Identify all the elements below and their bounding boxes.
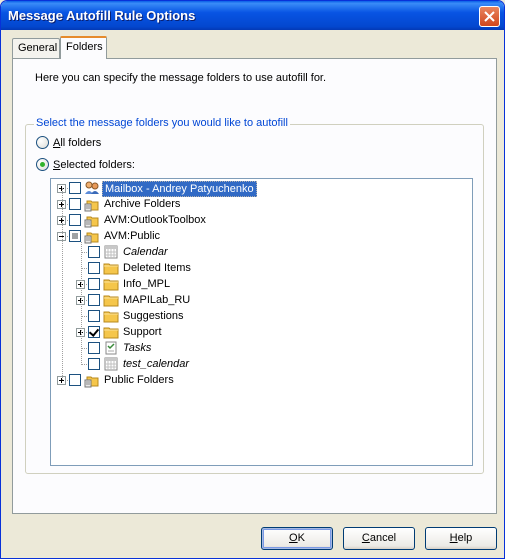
- tree-item[interactable]: Info_MPL: [51, 276, 472, 292]
- tree-item-label: Deleted Items: [123, 262, 191, 274]
- tree-item-label: Suggestions: [123, 310, 184, 322]
- tree-item-label: Calendar: [123, 246, 168, 258]
- folder-icon: [103, 292, 119, 308]
- tree-item-checkbox[interactable]: [88, 246, 100, 258]
- tree-item-checkbox[interactable]: [88, 326, 100, 338]
- tab-folders-label: Folders: [66, 41, 103, 53]
- tree-item-checkbox[interactable]: [88, 310, 100, 322]
- tree-item-checkbox[interactable]: [69, 230, 81, 242]
- tab-folders[interactable]: Folders: [60, 36, 107, 59]
- close-icon: [484, 11, 495, 22]
- ok-button[interactable]: OK: [261, 527, 333, 550]
- pst-folder-icon: [84, 372, 100, 388]
- tree-item-checkbox[interactable]: [88, 342, 100, 354]
- tab-general[interactable]: General: [12, 38, 60, 59]
- cancel-button[interactable]: Cancel: [343, 527, 415, 550]
- folder-icon: [103, 276, 119, 292]
- tree-item-label: AVM:OutlookToolbox: [104, 214, 206, 226]
- tree-item-label: Tasks: [123, 342, 152, 354]
- selected-folders-radio[interactable]: Selected folders:: [36, 158, 135, 171]
- close-button[interactable]: [479, 6, 500, 27]
- selected-folders-label: Selected folders:: [53, 158, 135, 171]
- tree-item-checkbox[interactable]: [69, 214, 81, 226]
- intro-text: Here you can specify the message folders…: [35, 72, 327, 84]
- folder-icon: [103, 324, 119, 340]
- tree-item-label: Public Folders: [104, 374, 174, 386]
- tree-item-label: Info_MPL: [123, 278, 171, 290]
- tree-item-checkbox[interactable]: [88, 262, 100, 274]
- tree-item-label: AVM:Public: [104, 230, 161, 242]
- tree-item-checkbox[interactable]: [69, 182, 81, 194]
- all-folders-label: All folders: [53, 136, 102, 149]
- selected-folders-radio-circle[interactable]: [36, 158, 49, 171]
- help-button[interactable]: Help: [425, 527, 497, 550]
- tab-general-label: General: [18, 42, 58, 54]
- folder-tree[interactable]: Mailbox - Andrey Patyuchenko Archive Fold…: [50, 178, 473, 466]
- tree-item-label: Archive Folders: [104, 198, 181, 210]
- pst-folder-icon: [84, 228, 100, 244]
- pst-folder-icon: [84, 212, 100, 228]
- tree-item[interactable]: Mailbox - Andrey Patyuchenko: [51, 180, 472, 197]
- calendar-icon: [103, 356, 119, 372]
- tree-item[interactable]: Calendar: [51, 244, 472, 260]
- tree-item-checkbox[interactable]: [69, 198, 81, 210]
- tree-item[interactable]: Public Folders: [51, 372, 472, 388]
- dialog-window: Message Autofill Rule Options General Fo…: [0, 0, 505, 559]
- tree-item-label: Support: [123, 326, 162, 338]
- all-folders-radio[interactable]: All folders: [36, 136, 101, 149]
- pst-folder-icon: [84, 196, 100, 212]
- calendar-icon: [103, 244, 119, 260]
- mailbox-icon: [84, 180, 100, 196]
- tree-item-checkbox[interactable]: [69, 374, 81, 386]
- tree-item-label: test_calendar: [123, 358, 190, 370]
- folder-icon: [103, 260, 119, 276]
- tree-item[interactable]: Suggestions: [51, 308, 472, 324]
- tree-item[interactable]: MAPILab_RU: [51, 292, 472, 308]
- title-bar[interactable]: Message Autofill Rule Options: [1, 1, 504, 30]
- folder-icon: [103, 308, 119, 324]
- tree-item[interactable]: test_calendar: [51, 356, 472, 372]
- all-folders-radio-circle[interactable]: [36, 136, 49, 149]
- tree-connector: [62, 188, 63, 380]
- tree-item-checkbox[interactable]: [88, 294, 100, 306]
- tree-item-checkbox[interactable]: [88, 358, 100, 370]
- folders-tab-panel: Here you can specify the message folders…: [12, 58, 497, 514]
- tree-connector: [81, 242, 82, 365]
- window-title: Message Autofill Rule Options: [8, 8, 196, 23]
- tree-item-checkbox[interactable]: [88, 278, 100, 290]
- tree-item[interactable]: Archive Folders: [51, 196, 472, 212]
- tree-item[interactable]: AVM:OutlookToolbox: [51, 212, 472, 228]
- tree-item[interactable]: Tasks: [51, 340, 472, 356]
- tree-item-label: Mailbox - Andrey Patyuchenko: [102, 181, 257, 197]
- tree-item[interactable]: Deleted Items: [51, 260, 472, 276]
- tree-item[interactable]: Support: [51, 324, 472, 340]
- tree-item[interactable]: AVM:Public: [51, 228, 472, 244]
- tasks-icon: [103, 340, 119, 356]
- groupbox-label: Select the message folders you would lik…: [34, 117, 290, 129]
- tree-item-label: MAPILab_RU: [123, 294, 191, 306]
